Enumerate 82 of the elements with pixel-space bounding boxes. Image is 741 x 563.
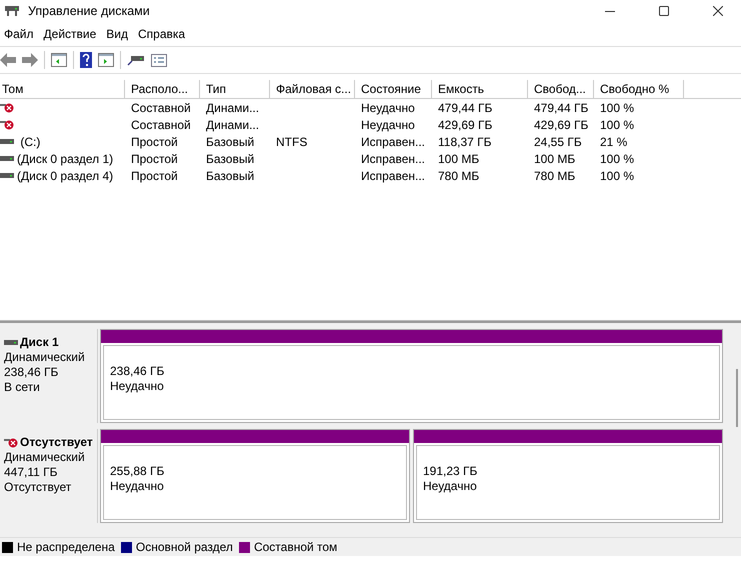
table-cell: Составной (131, 118, 191, 132)
drive-icon (0, 173, 14, 178)
menu-item[interactable]: Справка (134, 27, 192, 41)
disk-name: Диск 1 (20, 335, 59, 350)
table-cell: Простой (131, 152, 178, 166)
partition[interactable]: 191,23 ГБ Неудачно (413, 429, 723, 523)
drive-error-icon (4, 437, 18, 448)
column-header[interactable]: Файловая с... (270, 80, 355, 98)
table-cell: 479,44 ГБ (438, 100, 492, 114)
drive-search-icon[interactable] (127, 54, 145, 66)
disk-status: В сети (4, 380, 41, 395)
partition-size: 255,88 ГБ (110, 464, 166, 479)
table-cell: 429,69 ГБ (534, 118, 588, 132)
table-cell: Динами... (206, 118, 260, 132)
disk-size: 447,11 ГБ (4, 465, 59, 480)
table-cell: (Диск 0 раздел 1) (17, 152, 114, 166)
menu-item[interactable]: Вид (102, 27, 134, 41)
drive-icon (0, 156, 14, 161)
window-title: Управление дисками (28, 4, 151, 18)
forward-arrow-icon[interactable] (22, 53, 38, 67)
table-cell: Исправен... (361, 134, 426, 148)
scrollbar-thumb[interactable] (736, 369, 738, 427)
table-cell: Базовый (206, 168, 254, 182)
minimize-icon[interactable] (605, 10, 615, 12)
drive-icon (4, 340, 18, 345)
table-cell: 100 % (600, 152, 634, 166)
table-cell: 780 МБ (534, 168, 576, 182)
table-cell: Неудачно (361, 100, 415, 114)
console-tree-icon[interactable] (51, 53, 67, 67)
menu-item[interactable]: Файл (0, 27, 40, 41)
table-cell: 118,37 ГБ (438, 134, 492, 148)
table-cell: 429,69 ГБ (438, 118, 492, 132)
table-cell-text: (C:) (19, 134, 40, 148)
action-pane-icon[interactable] (98, 53, 114, 67)
table-cell: 100 % (600, 168, 634, 182)
legend-label: Составной том (254, 540, 338, 554)
disk-size: 238,46 ГБ (4, 365, 60, 380)
table-cell: Составной (131, 100, 191, 114)
column-header[interactable]: Том (0, 80, 125, 98)
table-cell: Неудачно (361, 118, 415, 132)
table-cell: Базовый (206, 152, 254, 166)
drive-icon (0, 139, 14, 144)
column-header[interactable]: Тип (200, 80, 270, 98)
column-header[interactable]: Свободно % (594, 80, 684, 98)
table-cell: 100 МБ (534, 152, 576, 166)
disk-type: Динамический (4, 350, 86, 365)
disk-name: Отсутствует (20, 435, 93, 450)
maximize-icon[interactable] (659, 6, 669, 16)
partition[interactable]: 255,88 ГБ Неудачно (100, 429, 410, 523)
help-icon[interactable] (80, 52, 92, 68)
partition-size: 191,23 ГБ (423, 464, 478, 479)
table-cell: 100 % (600, 100, 634, 114)
table-cell: NTFS (276, 134, 308, 148)
column-header[interactable]: Располо... (125, 80, 200, 98)
legend-label: Основной раздел (136, 540, 233, 554)
table-cell: (Диск 0 раздел 4) (17, 168, 114, 182)
table-cell: Простой (131, 134, 178, 148)
table-cell: Базовый (206, 134, 254, 148)
back-arrow-icon[interactable] (0, 53, 16, 67)
table-cell: 780 МБ (438, 168, 480, 182)
partition-status: Неудачно (110, 479, 165, 494)
disk-status: Отсутствует (4, 480, 72, 495)
menu-item[interactable]: Действие (40, 27, 102, 41)
table-cell: Простой (131, 168, 178, 182)
close-icon[interactable] (713, 6, 723, 16)
table-cell: Динами... (206, 100, 260, 114)
table-cell: Исправен... (361, 168, 426, 182)
table-cell: 479,44 ГБ (534, 100, 588, 114)
partition[interactable]: 238,46 ГБ Неудачно (100, 329, 723, 423)
table-cell: 21 % (600, 134, 628, 148)
column-header[interactable]: Состояние (355, 80, 432, 98)
legend-label: Не распределена (17, 540, 115, 554)
column-header[interactable]: Свобод... (528, 80, 594, 98)
table-cell: 24,55 ГБ (534, 134, 582, 148)
column-header[interactable]: Емкость (432, 80, 528, 98)
partition-status: Неудачно (110, 379, 165, 394)
table-cell: Исправен... (361, 152, 426, 166)
table-cell: 100 МБ (438, 152, 480, 166)
partition-status: Неудачно (423, 479, 478, 494)
table-cell: 100 % (600, 118, 634, 132)
partition-size: 238,46 ГБ (110, 364, 166, 379)
disk-type: Динамический (4, 450, 86, 465)
